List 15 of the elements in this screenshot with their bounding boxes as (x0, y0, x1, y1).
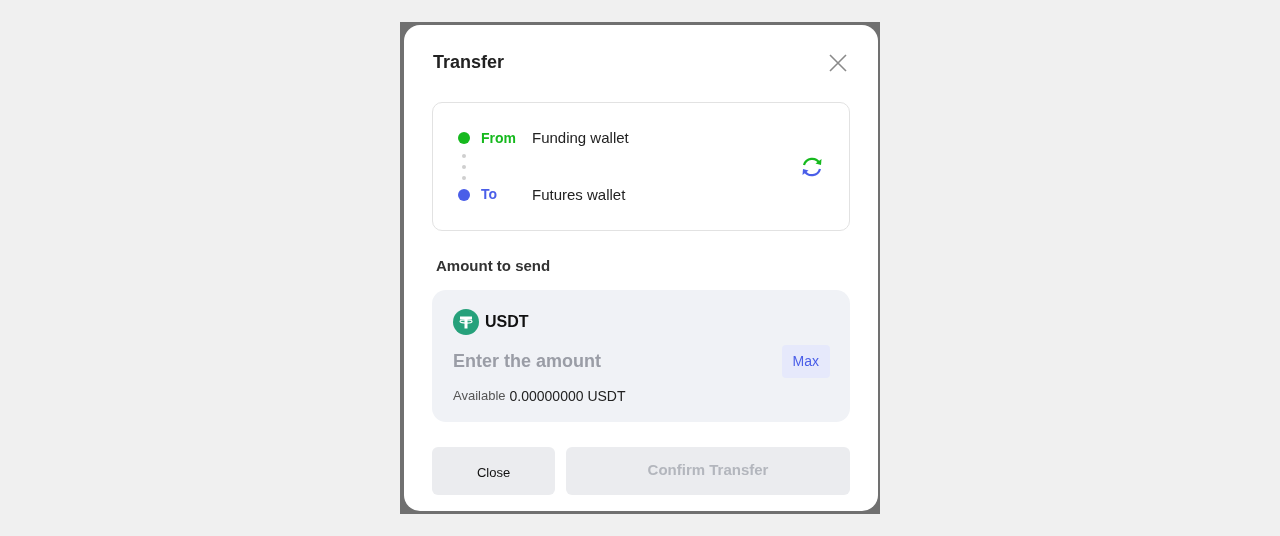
dialog-title: Transfer (433, 51, 505, 74)
wallet-name: Funding wallet (532, 128, 629, 148)
currency-name: USDT (485, 311, 529, 332)
amount-label: Amount to send (436, 256, 552, 276)
endpoint-label: To (481, 185, 499, 205)
close-button[interactable]: Close (432, 446, 555, 495)
available-label: Available (453, 387, 506, 406)
available-balance: 0.00000000 USDT (509, 386, 626, 406)
wallet-name: Futures wallet (532, 184, 626, 205)
endpoint-label: From (481, 128, 517, 148)
close-icon[interactable] (828, 52, 848, 73)
tether-icon (453, 308, 479, 335)
amount-input[interactable]: Enter the amount (453, 347, 753, 375)
dotted-connector-icon (462, 151, 466, 182)
max-button[interactable]: Max (781, 344, 830, 378)
